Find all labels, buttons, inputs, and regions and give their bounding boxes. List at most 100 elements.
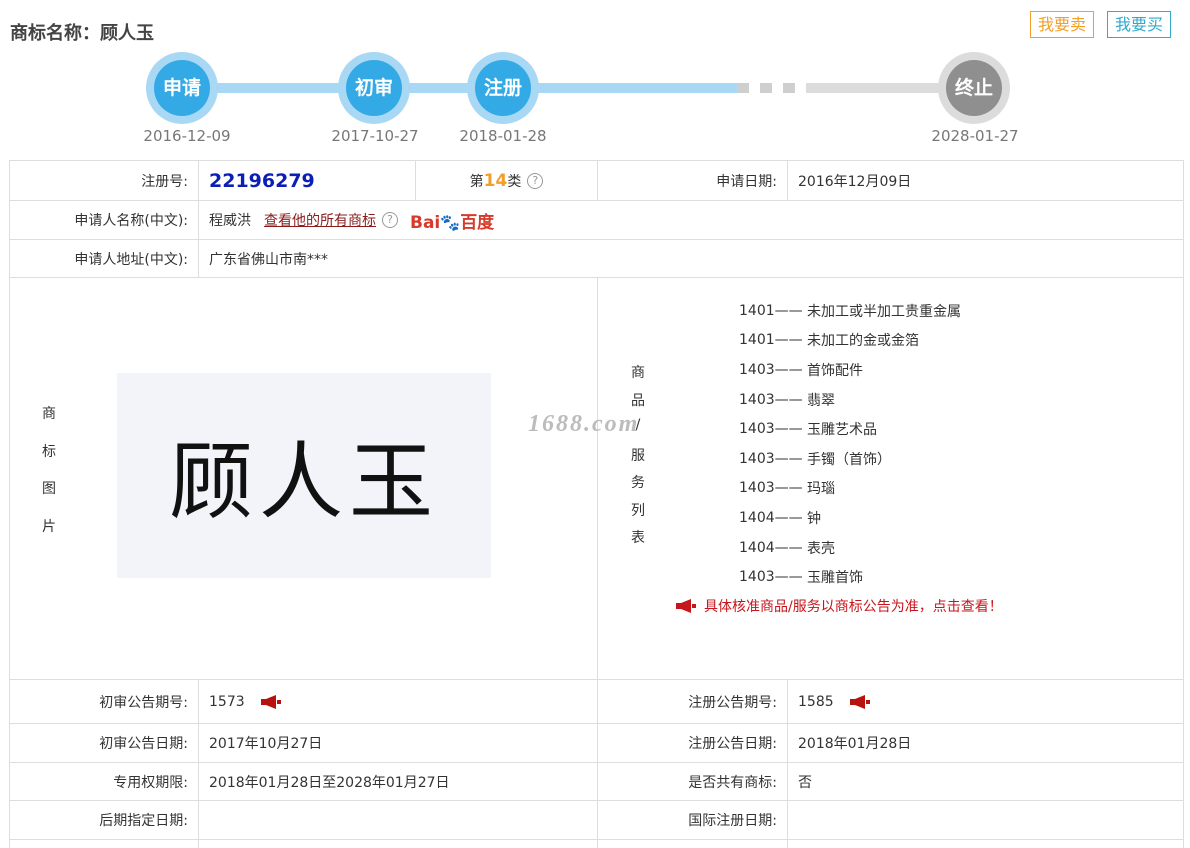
table-row-image-goods: 商 标 图 片 顾人玉 1688.com 商 品 / 服 务 列 表 1401—…: [10, 278, 1184, 680]
goods-name: 玉雕艺术品: [807, 422, 877, 439]
vertical-label-char: 图: [42, 481, 56, 497]
goods-code: 1401——: [739, 332, 803, 349]
reg-no-label: 注册号:: [10, 161, 199, 200]
table-cell-empty: [788, 840, 1184, 848]
prelim-date-value: 2017年10月27日: [199, 724, 598, 762]
goods-code: 1403——: [739, 480, 803, 497]
vertical-label-char: 商: [42, 406, 56, 422]
vertical-label-char: 表: [631, 530, 645, 546]
timeline-dash: [783, 83, 795, 93]
goods-notice-text: 具体核准商品/服务以商标公告为准，点击查看！: [704, 599, 1003, 615]
goods-name: 首饰配件: [807, 362, 863, 379]
timeline-node-label: 注册: [475, 60, 531, 116]
timeline-date: 2018-01-28: [459, 127, 547, 145]
goods-list: 1401—— 未加工或半加工贵重金属 1401—— 未加工的金或金箔 1403—— 首…: [739, 296, 961, 592]
timeline-dash: [760, 83, 772, 93]
apply-date-label: 申请日期:: [598, 161, 788, 200]
goods-code: 1401——: [739, 302, 803, 319]
goods-name: 玛瑙: [807, 481, 835, 498]
goods-name: 钟: [807, 510, 821, 527]
goods-name: 未加工或半加工贵重金属: [807, 303, 961, 320]
address-value: 广东省佛山市南***: [199, 240, 1184, 277]
reg-no-cell: 22196279: [199, 161, 416, 200]
reg-no-value: 22196279: [209, 169, 315, 192]
goods-section-label: 商 品 / 服 务 列 表: [626, 362, 650, 555]
vertical-label-char: /: [635, 417, 641, 433]
vertical-label-char: 商: [631, 365, 645, 381]
reg-pub-date-value: 2018年01月28日: [788, 724, 1184, 762]
vertical-label-char: 务: [631, 475, 645, 491]
image-section-label: 商 标 图 片: [37, 403, 61, 553]
timeline-node-terminate: 终止: [938, 52, 1010, 124]
exclusive-label: 专用权期限:: [10, 763, 199, 800]
goods-code: 1403——: [739, 569, 803, 586]
apply-date-value: 2016年12月09日: [788, 161, 1184, 200]
buy-button[interactable]: 我要买: [1107, 11, 1171, 38]
goods-name: 表壳: [807, 540, 835, 557]
reg-pub-no-label: 注册公告期号:: [598, 680, 788, 723]
question-circle-icon[interactable]: ?: [382, 212, 398, 228]
list-item: 1403—— 玉雕首饰: [739, 562, 961, 592]
table-row: 注册号: 22196279 第 14 类 ? 申请日期: 2016年12月09日: [10, 161, 1184, 201]
megaphone-icon: [676, 599, 696, 613]
table-row: 后期指定日期: 国际注册日期:: [10, 801, 1184, 840]
goods-notice-link[interactable]: 具体核准商品/服务以商标公告为准，点击查看！: [674, 596, 1003, 616]
vertical-label-char: 服: [631, 447, 645, 464]
baidu-logo-text: Bai: [410, 212, 441, 233]
table-row: 初审公告期号: 1573 注册公告期号: 1585: [10, 680, 1184, 724]
trademark-info-table: 注册号: 22196279 第 14 类 ? 申请日期: 2016年12月09日 申…: [9, 160, 1184, 848]
question-circle-icon[interactable]: ?: [527, 172, 544, 189]
table-row: 申请人名称(中文): 程威洪 查看他的所有商标 ? Bai🐾百度: [10, 201, 1184, 240]
timeline-node-register: 注册: [467, 52, 539, 124]
timeline-node-label: 申请: [154, 60, 210, 116]
list-item: 1403—— 首饰配件: [739, 355, 961, 385]
reg-pub-no-value: 1585: [798, 693, 834, 710]
timeline-dash: [737, 83, 749, 93]
timeline-node-label: 初审: [346, 60, 402, 116]
trademark-image[interactable]: 顾人玉: [117, 373, 491, 578]
baidu-logo-cn: 百度: [460, 212, 495, 233]
timeline-node-label: 终止: [946, 60, 1002, 116]
list-item: 1401—— 未加工的金或金箔: [739, 326, 961, 356]
timeline-progress-bar: [182, 83, 737, 93]
vertical-label-char: 品: [631, 392, 645, 409]
goods-code: 1403——: [739, 421, 803, 438]
later-date-label: 后期指定日期:: [10, 801, 199, 839]
prelim-no-value: 1573: [209, 693, 245, 710]
goods-cell: 商 品 / 服 务 列 表 1401—— 未加工或半加工贵重金属 1401—— 未加…: [598, 278, 1184, 679]
table-cell-empty: [10, 840, 199, 848]
list-item: 1401—— 未加工或半加工贵重金属: [739, 296, 961, 326]
class-cell: 第 14 类 ?: [416, 161, 598, 200]
vertical-label-char: 列: [631, 502, 645, 519]
timeline-node-apply: 申请: [146, 52, 218, 124]
timeline-node-prelim: 初审: [338, 52, 410, 124]
all-marks-link[interactable]: 查看他的所有商标: [264, 210, 376, 230]
address-label: 申请人地址(中文):: [10, 240, 199, 277]
applicant-value: 程威洪: [209, 213, 251, 229]
applicant-cell: 程威洪 查看他的所有商标 ? Bai🐾百度: [199, 201, 1184, 239]
list-item: 1404—— 表壳: [739, 533, 961, 563]
trademark-image-text: 顾人玉: [168, 433, 439, 531]
goods-name: 玉雕首饰: [807, 570, 863, 587]
baidu-logo[interactable]: Bai🐾百度: [410, 208, 494, 233]
table-cell-empty: [199, 840, 598, 848]
sell-button[interactable]: 我要卖: [1030, 11, 1094, 38]
class-suffix: 类: [507, 173, 522, 190]
vertical-label-char: 标: [42, 443, 56, 460]
reg-pub-no-cell: 1585: [788, 680, 1184, 723]
prelim-no-cell: 1573: [199, 680, 598, 723]
applicant-label: 申请人名称(中文):: [10, 201, 199, 239]
megaphone-icon[interactable]: [259, 694, 283, 710]
megaphone-icon[interactable]: [848, 694, 872, 710]
goods-name: 手镯（首饰）: [807, 451, 891, 468]
intl-date-label: 国际注册日期:: [598, 801, 788, 839]
class-number[interactable]: 14: [484, 171, 508, 191]
prelim-date-label: 初审公告日期:: [10, 724, 199, 762]
shared-value: 否: [788, 763, 1184, 800]
table-row: 申请人地址(中文): 广东省佛山市南***: [10, 240, 1184, 278]
goods-name: 未加工的金或金箔: [807, 333, 919, 350]
baidu-paw-icon: 🐾: [440, 212, 461, 232]
vertical-label-char: 片: [42, 518, 56, 535]
list-item: 1403—— 玉雕艺术品: [739, 414, 961, 444]
prelim-no-label: 初审公告期号:: [10, 680, 199, 723]
